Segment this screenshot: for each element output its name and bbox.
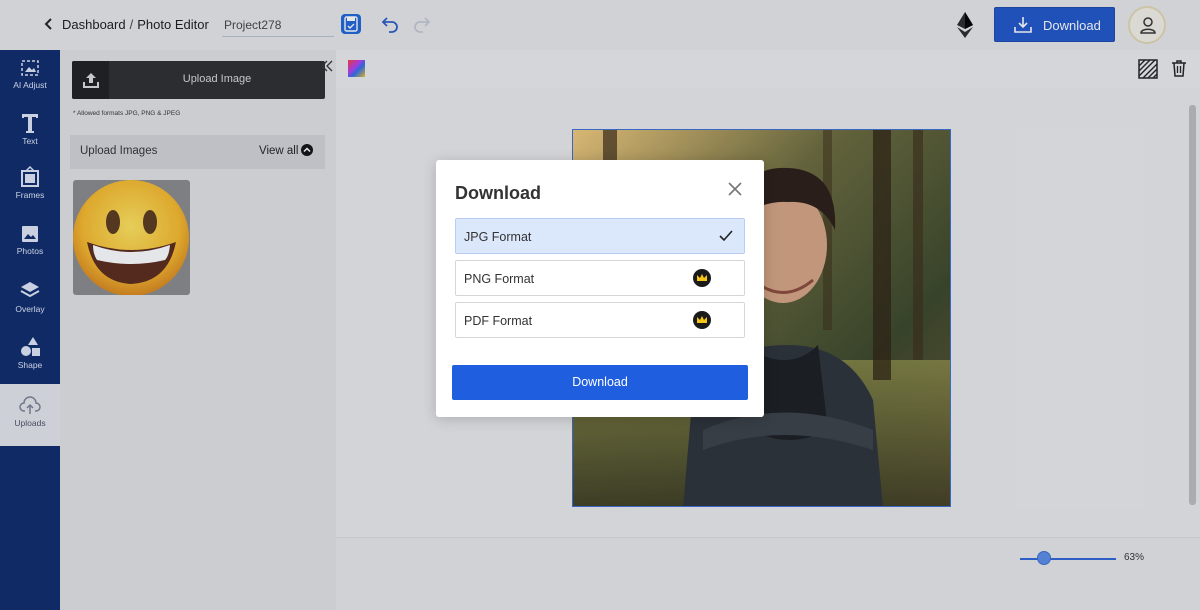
dialog-download-button[interactable]: Download xyxy=(452,365,748,400)
format-option-png[interactable]: PNG Format xyxy=(455,260,745,296)
format-option-jpg[interactable]: JPG Format xyxy=(455,218,745,254)
format-option-pdf[interactable]: PDF Format xyxy=(455,302,745,338)
premium-crown-icon xyxy=(693,269,711,287)
format-option-label: PDF Format xyxy=(464,314,533,328)
format-option-label: PNG Format xyxy=(464,272,535,286)
premium-crown-icon xyxy=(693,311,711,329)
dialog-title: Download xyxy=(455,183,541,203)
download-dialog: Download JPG Format PNG Format PDF Forma… xyxy=(436,160,764,417)
format-option-label: JPG Format xyxy=(464,230,532,244)
close-icon[interactable] xyxy=(728,182,742,196)
checkmark-icon xyxy=(719,230,733,242)
